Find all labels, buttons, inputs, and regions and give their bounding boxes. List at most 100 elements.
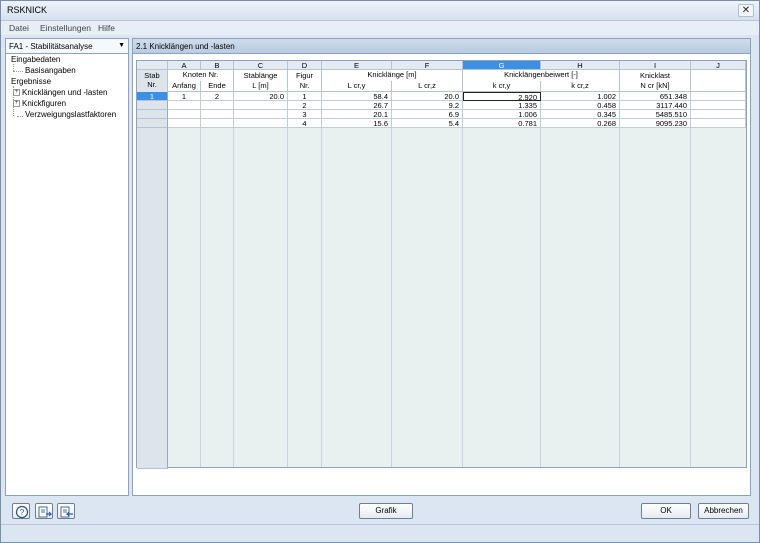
import-button[interactable]: [57, 503, 75, 519]
header-ende: Ende: [201, 81, 234, 92]
col-letter-c[interactable]: C: [234, 61, 288, 70]
col-letter-f[interactable]: F: [392, 61, 463, 70]
close-button[interactable]: ✕: [738, 4, 754, 17]
corner-cell: [137, 61, 168, 70]
tree-item-knicklaengen[interactable]: + Knicklängen und -lasten: [13, 88, 107, 99]
header-lcry: L cr,y: [322, 81, 392, 92]
cell-kcry[interactable]: 1.006: [463, 110, 541, 119]
col-letter-e[interactable]: E: [322, 61, 392, 70]
row-head-1[interactable]: 1: [137, 92, 168, 101]
cell-figur[interactable]: 3: [288, 110, 322, 119]
tree-item-eingabedaten[interactable]: Eingabedaten: [11, 55, 60, 66]
cell-anfang[interactable]: [168, 119, 201, 128]
cell-kcrz[interactable]: 0.458: [541, 101, 620, 110]
cell-ncr[interactable]: 3117.440: [620, 101, 691, 110]
export-icon: [38, 506, 53, 518]
row-head-3[interactable]: [137, 110, 168, 119]
cell-stablaenge[interactable]: [234, 119, 288, 128]
cell-kcrz[interactable]: 0.268: [541, 119, 620, 128]
cell-lcrz[interactable]: 20.0: [392, 92, 463, 101]
cell-figur[interactable]: 2: [288, 101, 322, 110]
cell-lcry[interactable]: 20.1: [322, 110, 392, 119]
tree-item-knickfiguren[interactable]: + Knickfiguren: [13, 99, 66, 110]
help-icon: ?: [15, 505, 29, 519]
cell-j[interactable]: [691, 119, 746, 128]
cancel-button[interactable]: Abbrechen: [698, 503, 749, 519]
cell-lcrz[interactable]: 6.9: [392, 110, 463, 119]
panel-title: 2.1 Knicklängen und -lasten: [136, 42, 235, 51]
cell-lcrz[interactable]: 9.2: [392, 101, 463, 110]
ok-button[interactable]: OK: [641, 503, 691, 519]
header-j: [691, 70, 746, 92]
header-anfang: Anfang: [168, 81, 201, 92]
cell-kcry[interactable]: 1.335: [463, 101, 541, 110]
cell-ende[interactable]: [201, 119, 234, 128]
cell-j[interactable]: [691, 92, 746, 101]
tree-item-basisangaben[interactable]: Basisangaben: [25, 66, 76, 77]
expand-icon[interactable]: +: [13, 89, 20, 97]
header-kcrz: k cr,z: [541, 81, 620, 92]
cell-anfang[interactable]: [168, 101, 201, 110]
cell-j[interactable]: [691, 110, 746, 119]
results-table[interactable]: A B C D E F G H I J Stab Nr. Knoten Nr. …: [136, 60, 747, 469]
cell-ncr[interactable]: 5485.510: [620, 110, 691, 119]
col-letter-h[interactable]: H: [541, 61, 620, 70]
menu-bar: Datei Einstellungen Hilfe: [1, 21, 759, 35]
panel-header: 2.1 Knicklängen und -lasten: [132, 38, 751, 54]
export-button[interactable]: [35, 503, 53, 519]
cell-j[interactable]: [691, 101, 746, 110]
case-select[interactable]: FA1 - Stabilitätsanalyse ▼: [5, 38, 129, 54]
window-title: RSKNICK: [7, 5, 48, 15]
header-knicklaenge: Knicklänge [m]: [322, 70, 463, 81]
tree-item-verzweigungslastfaktoren[interactable]: Verzweigungslastfaktoren: [25, 110, 116, 121]
cell-lcry[interactable]: 58.4: [322, 92, 392, 101]
header-knicklaengenbeiwert: Knicklängenbeiwert [-]: [463, 70, 620, 81]
col-letter-j[interactable]: J: [691, 61, 746, 70]
cell-anfang[interactable]: 1: [168, 92, 201, 101]
expand-icon[interactable]: +: [13, 100, 20, 108]
col-letter-d[interactable]: D: [288, 61, 322, 70]
menu-einstellungen[interactable]: Einstellungen: [40, 23, 91, 33]
cell-ende[interactable]: [201, 101, 234, 110]
col-letter-g[interactable]: G: [463, 61, 541, 70]
cell-anfang[interactable]: [168, 110, 201, 119]
header-knoten: Knoten Nr.: [168, 70, 234, 81]
menu-datei[interactable]: Datei: [9, 23, 29, 33]
cell-figur[interactable]: 4: [288, 119, 322, 128]
col-letter-b[interactable]: B: [201, 61, 234, 70]
col-letter-a[interactable]: A: [168, 61, 201, 70]
row-head-4[interactable]: [137, 119, 168, 128]
status-bar: [1, 524, 759, 542]
header-figur: Figur Nr.: [288, 70, 322, 92]
main-window: RSKNICK ✕ Datei Einstellungen Hilfe FA1 …: [0, 0, 760, 543]
svg-text:?: ?: [20, 508, 25, 517]
cell-stablaenge[interactable]: [234, 101, 288, 110]
help-button[interactable]: ?: [12, 503, 30, 519]
menu-hilfe[interactable]: Hilfe: [98, 23, 115, 33]
cell-figur[interactable]: 1: [288, 92, 322, 101]
cell-lcry[interactable]: 15.6: [322, 119, 392, 128]
case-select-value: FA1 - Stabilitätsanalyse: [9, 42, 93, 51]
cell-lcry[interactable]: 26.7: [322, 101, 392, 110]
col-letter-i[interactable]: I: [620, 61, 691, 70]
cell-stablaenge[interactable]: 20.0: [234, 92, 288, 101]
tree-item-ergebnisse[interactable]: Ergebnisse: [11, 77, 51, 88]
header-stablaenge: Stablänge L [m]: [234, 70, 288, 92]
header-lcrz: L cr,z: [392, 81, 463, 92]
cell-ende[interactable]: 2: [201, 92, 234, 101]
cell-lcrz[interactable]: 5.4: [392, 119, 463, 128]
cell-kcrz[interactable]: 0.345: [541, 110, 620, 119]
row-head-2[interactable]: [137, 101, 168, 110]
cell-kcry[interactable]: 2.920: [463, 92, 541, 101]
cell-ncr[interactable]: 651.348: [620, 92, 691, 101]
row-head-empty: [137, 128, 168, 469]
cell-kcry[interactable]: 0.781: [463, 119, 541, 128]
cell-stablaenge[interactable]: [234, 110, 288, 119]
cell-ncr[interactable]: 9095.230: [620, 119, 691, 128]
grafik-button[interactable]: Grafik: [359, 503, 413, 519]
header-knicklast: Knicklast N cr [kN]: [620, 70, 691, 92]
cell-ende[interactable]: [201, 110, 234, 119]
close-icon: ✕: [741, 5, 751, 16]
cell-kcrz[interactable]: 1.002: [541, 92, 620, 101]
header-stab: Stab Nr.: [137, 70, 168, 92]
